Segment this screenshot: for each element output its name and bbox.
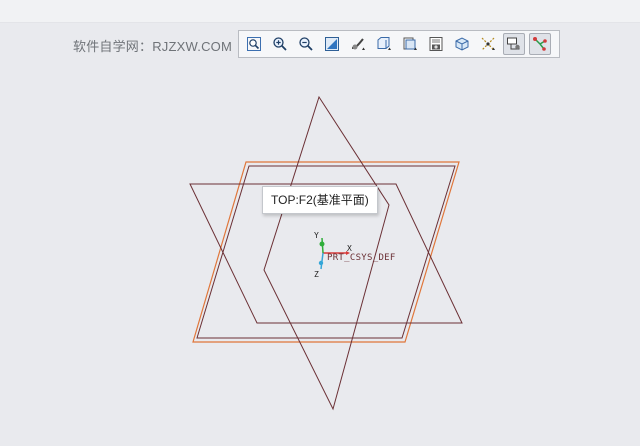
selection-tooltip: TOP:F2(基准平面): [262, 186, 378, 214]
csys-axis-z-label: Z: [314, 270, 319, 279]
model-viewport[interactable]: [0, 0, 640, 446]
csys-name-label: PRT_CSYS_DEF: [327, 253, 396, 263]
csys-axis-x-label: X: [347, 244, 352, 253]
csys-axis-y-label: Y: [314, 231, 319, 240]
